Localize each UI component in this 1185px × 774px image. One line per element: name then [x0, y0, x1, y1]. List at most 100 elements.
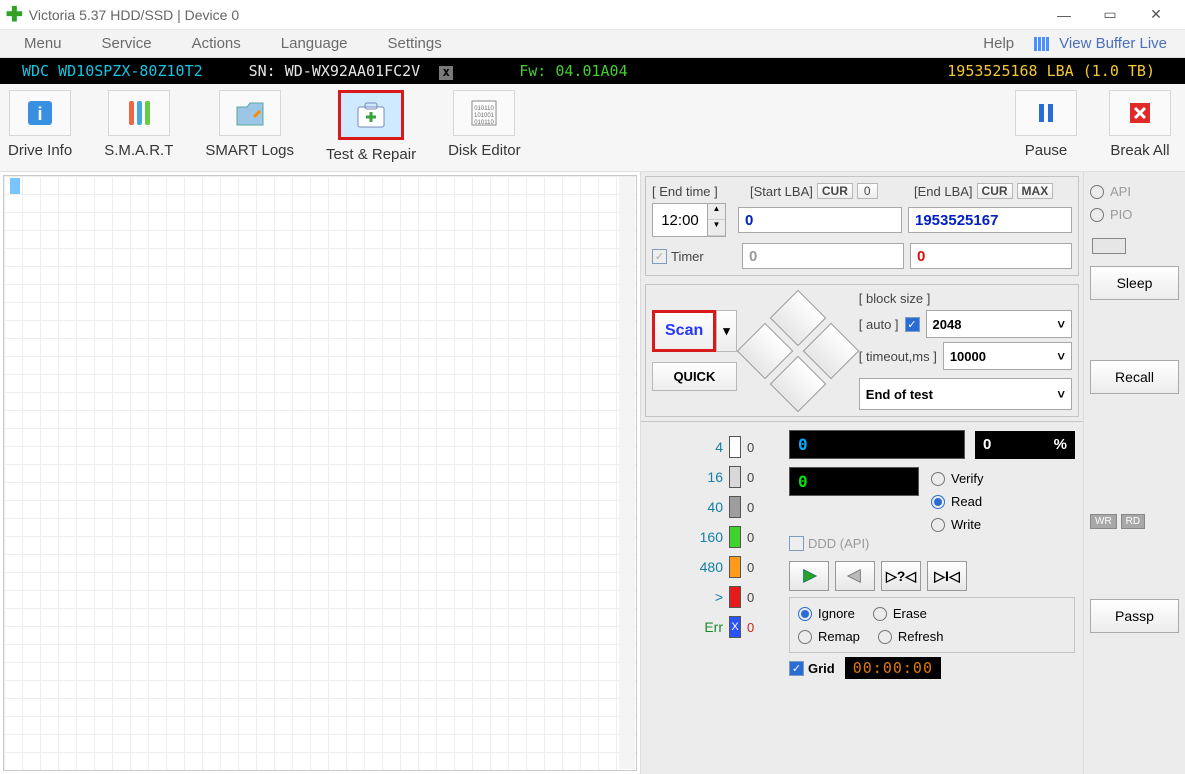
end-time-spinner[interactable]: ▲▼	[652, 203, 732, 237]
swatch-16	[729, 466, 741, 488]
ignore-radio[interactable]: Ignore	[798, 606, 855, 621]
window-title: Victoria 5.37 HDD/SSD | Device 0	[29, 7, 1041, 23]
first-aid-icon	[338, 90, 404, 140]
verify-radio[interactable]: Verify	[931, 471, 984, 486]
timer-checkbox[interactable]: ✓Timer	[652, 249, 736, 264]
bars-icon	[1034, 37, 1049, 51]
svg-text:010110: 010110	[475, 120, 495, 126]
menu-service[interactable]: Service	[82, 30, 172, 58]
erase-radio[interactable]: Erase	[873, 606, 927, 621]
menu-settings[interactable]: Settings	[368, 30, 462, 58]
device-lba: 1953525168 LBA (1.0 TB)	[947, 62, 1185, 80]
scan-map	[3, 175, 637, 771]
pio-radio[interactable]: PIO	[1090, 207, 1179, 222]
scrollbar[interactable]	[619, 177, 635, 769]
status-panel: 0 0% 0 Verify Read Write DDD (API)	[781, 421, 1083, 774]
pause-icon	[1015, 90, 1077, 136]
refresh-radio[interactable]: Refresh	[878, 629, 944, 644]
swatch-40	[729, 496, 741, 518]
passp-button[interactable]: Passp	[1090, 599, 1179, 633]
play-back-button[interactable]	[835, 561, 875, 591]
device-serial: SN: WD-WX92AA01FC2V x	[225, 62, 478, 80]
block-size-select[interactable]: 2048˅	[926, 310, 1072, 338]
timer-end-value: 0	[910, 243, 1072, 269]
seek-ends-button[interactable]: ▷I◁	[927, 561, 967, 591]
device-model: WDC WD10SPZX-80Z10T2	[0, 62, 225, 80]
swatch-4	[729, 436, 741, 458]
view-buffer-live[interactable]: View Buffer Live	[1034, 35, 1181, 52]
menu-actions[interactable]: Actions	[172, 30, 261, 58]
info-icon: i	[9, 90, 71, 136]
smart-button[interactable]: S.M.A.R.T	[104, 90, 173, 159]
close-button[interactable]: ✕	[1133, 0, 1179, 30]
main-toolbar: i Drive Info S.M.A.R.T SMART Logs Test &…	[0, 84, 1185, 172]
end-time-input[interactable]	[652, 203, 708, 237]
sleep-button[interactable]: Sleep	[1090, 266, 1179, 300]
swatch-slow	[729, 586, 741, 608]
timeout-select[interactable]: 10000˅	[943, 342, 1072, 370]
drive-info-button[interactable]: i Drive Info	[8, 90, 72, 159]
auto-label: [ auto ]	[859, 317, 899, 332]
svg-text:i: i	[38, 104, 43, 124]
play-button[interactable]	[789, 561, 829, 591]
menu-menu[interactable]: Menu	[4, 30, 82, 58]
disk-editor-button[interactable]: 010110101001010110 Disk Editor	[448, 90, 521, 159]
end-action-select[interactable]: End of test˅	[859, 378, 1072, 410]
grid-checkbox[interactable]: ✓Grid	[789, 661, 835, 676]
range-fieldset: [ End time ] [Start LBA] CUR 0 [End LBA]…	[645, 176, 1079, 276]
max-end-button[interactable]: MAX	[1017, 183, 1054, 199]
binary-icon: 010110101001010110	[453, 90, 515, 136]
test-repair-button[interactable]: Test & Repair	[326, 90, 416, 163]
break-all-button[interactable]: Break All	[1109, 90, 1171, 159]
auto-checkbox[interactable]: ✓	[905, 317, 920, 332]
defect-action-group: Ignore Erase Remap Refresh	[789, 597, 1075, 653]
pause-button[interactable]: Pause	[1015, 90, 1077, 159]
device-info-strip: WDC WD10SPZX-80Z10T2 SN: WD-WX92AA01FC2V…	[0, 58, 1185, 84]
control-panel: [ End time ] [Start LBA] CUR 0 [End LBA]…	[640, 172, 1083, 774]
block-size-label: [ block size ]	[859, 291, 1072, 306]
end-time-label: [ End time ]	[652, 184, 744, 199]
end-lba-input[interactable]: 1953525167	[908, 207, 1072, 233]
scan-dropdown-button[interactable]: ▾	[716, 310, 737, 352]
scan-button[interactable]: Scan	[652, 310, 716, 352]
maximize-button[interactable]: ▭	[1087, 0, 1133, 30]
folder-icon	[219, 90, 281, 136]
api-radio[interactable]: API	[1090, 184, 1179, 199]
start-lba-label: [Start LBA]	[750, 184, 813, 199]
stop-icon	[1109, 90, 1171, 136]
svg-text:010110: 010110	[475, 106, 495, 112]
speed-display: 0	[789, 467, 919, 496]
write-radio[interactable]: Write	[931, 517, 984, 532]
menu-bar: Menu Service Actions Language Settings H…	[0, 30, 1185, 58]
media-bar: ▷?◁ ▷I◁	[789, 561, 1075, 591]
percent-display: 0%	[975, 431, 1075, 459]
scan-controls: Scan ▾ QUICK [ block size ] [ auto ] ✓ 2…	[645, 284, 1079, 417]
wr-rd-indicator: WRRD	[1090, 514, 1179, 529]
close-device-icon[interactable]: x	[439, 66, 453, 80]
swatch-160	[729, 526, 741, 548]
svg-text:101001: 101001	[474, 113, 495, 119]
ddd-checkbox[interactable]: DDD (API)	[789, 536, 869, 551]
app-icon: ✚	[6, 2, 23, 27]
quick-button[interactable]: QUICK	[652, 362, 737, 391]
menu-language[interactable]: Language	[261, 30, 368, 58]
minimize-button[interactable]: —	[1041, 0, 1087, 30]
status-chip	[1092, 238, 1126, 254]
read-radio[interactable]: Read	[931, 494, 984, 509]
title-bar: ✚ Victoria 5.37 HDD/SSD | Device 0 — ▭ ✕	[0, 0, 1185, 30]
menu-help[interactable]: Help	[963, 30, 1034, 58]
cur-end-button[interactable]: CUR	[977, 183, 1013, 199]
recall-button[interactable]: Recall	[1090, 360, 1179, 394]
end-lba-label: [End LBA]	[914, 184, 973, 199]
swatch-480	[729, 556, 741, 578]
start-lba-input[interactable]: 0	[738, 207, 902, 233]
timer-start-value: 0	[742, 243, 904, 269]
cur-start-button[interactable]: CUR	[817, 183, 853, 199]
remap-radio[interactable]: Remap	[798, 629, 860, 644]
side-column: API PIO Sleep Recall WRRD Passp	[1083, 172, 1185, 774]
zero-start-button[interactable]: 0	[857, 183, 878, 199]
timeout-label: [ timeout,ms ]	[859, 349, 937, 364]
seek-random-button[interactable]: ▷?◁	[881, 561, 921, 591]
scan-cursor	[10, 178, 20, 194]
smart-logs-button[interactable]: SMART Logs	[205, 90, 294, 159]
